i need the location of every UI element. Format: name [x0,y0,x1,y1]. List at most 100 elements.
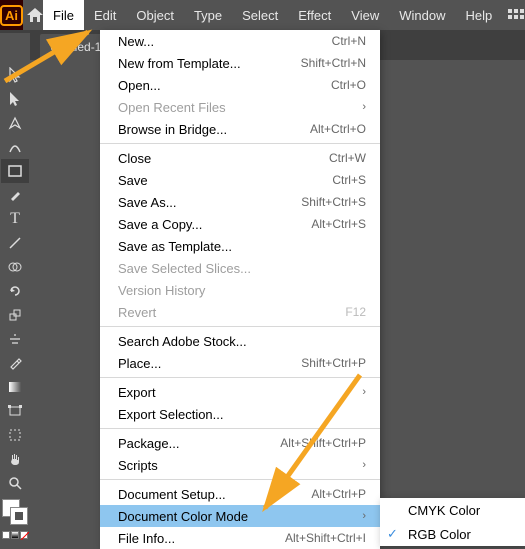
menu-item-close[interactable]: CloseCtrl+W [100,147,380,169]
stroke-swatch[interactable] [10,507,28,525]
selection-tool[interactable] [1,63,29,87]
menu-item-shortcut: Ctrl+W [329,151,366,165]
scale-tool[interactable] [1,303,29,327]
menubar-object[interactable]: Object [126,0,184,30]
gradient-tool[interactable] [1,375,29,399]
menu-item-open[interactable]: Open...Ctrl+O [100,74,380,96]
pen-tool[interactable] [1,111,29,135]
menu-item-document-color-mode[interactable]: Document Color Mode› [100,505,380,527]
menu-item-version-history: Version History [100,279,380,301]
menu-item-document-setup[interactable]: Document Setup...Alt+Ctrl+P [100,483,380,505]
menu-item-label: New from Template... [118,56,301,71]
menu-item-label: Export Selection... [118,407,366,422]
tools-panel: T [0,33,30,539]
menu-item-save-as[interactable]: Save As...Shift+Ctrl+S [100,191,380,213]
curvature-tool[interactable] [1,135,29,159]
app-logo: Ai [0,0,23,30]
menubar-select[interactable]: Select [232,0,288,30]
menu-item-revert: RevertF12 [100,301,380,323]
menubar-view[interactable]: View [341,0,389,30]
menu-item-label: Revert [118,305,345,320]
menu-item-shortcut: Ctrl+O [331,78,366,92]
menu-item-save[interactable]: SaveCtrl+S [100,169,380,191]
menu-item-label: Save [118,173,332,188]
submenu-label: RGB Color [408,527,511,542]
menu-item-save-selected-slices: Save Selected Slices... [100,257,380,279]
menu-item-label: Place... [118,356,301,371]
menu-item-export-selection[interactable]: Export Selection... [100,403,380,425]
paintbrush-tool[interactable] [1,183,29,207]
zoom-tool[interactable] [1,471,29,495]
fill-stroke-swatches[interactable] [2,499,28,525]
menubar-help[interactable]: Help [455,0,502,30]
menu-item-label: Open... [118,78,331,93]
menu-item-export[interactable]: Export › [100,381,380,403]
logo-text: Ai [0,5,23,26]
chevron-right-icon: › [362,510,366,522]
menu-item-label: Save As... [118,195,301,210]
chevron-right-icon: › [362,386,366,398]
menu-item-label: Export [118,385,352,400]
menu-item-new[interactable]: New...Ctrl+N [100,30,380,52]
menu-item-shortcut: Alt+Shift+Ctrl+P [280,436,366,450]
menu-item-label: Package... [118,436,280,451]
menu-separator [100,326,380,327]
menu-item-search-adobe-stock[interactable]: Search Adobe Stock... [100,330,380,352]
menu-item-label: Save a Copy... [118,217,311,232]
menu-item-save-a-copy[interactable]: Save a Copy...Alt+Ctrl+S [100,213,380,235]
chevron-right-icon: › [362,101,366,113]
check-icon: ✓ [387,526,398,542]
menu-item-shortcut: Alt+Ctrl+O [310,122,366,136]
menubar-window[interactable]: Window [389,0,455,30]
menu-item-label: Open Recent Files [118,100,352,115]
menu-separator [100,428,380,429]
menu-item-shortcut: Alt+Shift+Ctrl+I [285,531,366,545]
menubar-file[interactable]: File [43,0,84,30]
color-mode-row[interactable] [2,531,28,539]
menu-item-package[interactable]: Package...Alt+Shift+Ctrl+P [100,432,380,454]
menu-item-shortcut: Ctrl+S [332,173,366,187]
menubar-effect[interactable]: Effect [288,0,341,30]
workspace-switcher[interactable]: ▼ [508,9,525,21]
eyedropper-tool[interactable] [1,351,29,375]
menu-item-label: Close [118,151,329,166]
artboard-tool[interactable] [1,423,29,447]
menu-item-file-info[interactable]: File Info...Alt+Shift+Ctrl+I [100,527,380,549]
menu-item-label: Scripts [118,458,352,473]
menu-item-label: Version History [118,283,366,298]
menu-item-shortcut: Alt+Ctrl+P [311,487,366,501]
menu-item-label: Search Adobe Stock... [118,334,366,349]
menu-item-scripts[interactable]: Scripts› [100,454,380,476]
menu-item-label: Save Selected Slices... [118,261,366,276]
menubar-type[interactable]: Type [184,0,232,30]
shape-builder-tool[interactable] [1,255,29,279]
menu-item-shortcut: Ctrl+N [332,34,366,48]
rectangle-tool[interactable] [1,159,29,183]
color-mode-cmyk-color[interactable]: CMYK Color [380,498,525,522]
menu-item-browse-in-bridge[interactable]: Browse in Bridge...Alt+Ctrl+O [100,118,380,140]
rotate-tool[interactable] [1,279,29,303]
menu-item-label: Browse in Bridge... [118,122,310,137]
menu-item-shortcut: Shift+Ctrl+N [301,56,366,70]
tab-label: Untitled-1 [50,40,101,54]
menu-item-label: Document Setup... [118,487,311,502]
hand-tool[interactable] [1,447,29,471]
menu-item-new-from-template[interactable]: New from Template...Shift+Ctrl+N [100,52,380,74]
document-color-mode-submenu: CMYK Color ✓ RGB Color [380,498,525,546]
grid-icon [508,9,524,21]
line-tool[interactable] [1,231,29,255]
width-tool[interactable] [1,327,29,351]
color-mode-rgb-color[interactable]: ✓ RGB Color [380,522,525,546]
menu-item-shortcut: F12 [345,305,366,319]
home-icon [27,8,43,22]
home-button[interactable] [27,8,43,22]
file-menu-dropdown: New...Ctrl+NNew from Template...Shift+Ct… [100,30,380,549]
type-tool[interactable]: T [1,207,29,231]
menu-item-save-as-template[interactable]: Save as Template... [100,235,380,257]
free-transform-tool[interactable] [1,399,29,423]
menu-item-open-recent-files: Open Recent Files › [100,96,380,118]
menu-item-shortcut: Shift+Ctrl+S [301,195,366,209]
menubar-edit[interactable]: Edit [84,0,126,30]
menu-item-place[interactable]: Place...Shift+Ctrl+P [100,352,380,374]
direct-selection-tool[interactable] [1,87,29,111]
